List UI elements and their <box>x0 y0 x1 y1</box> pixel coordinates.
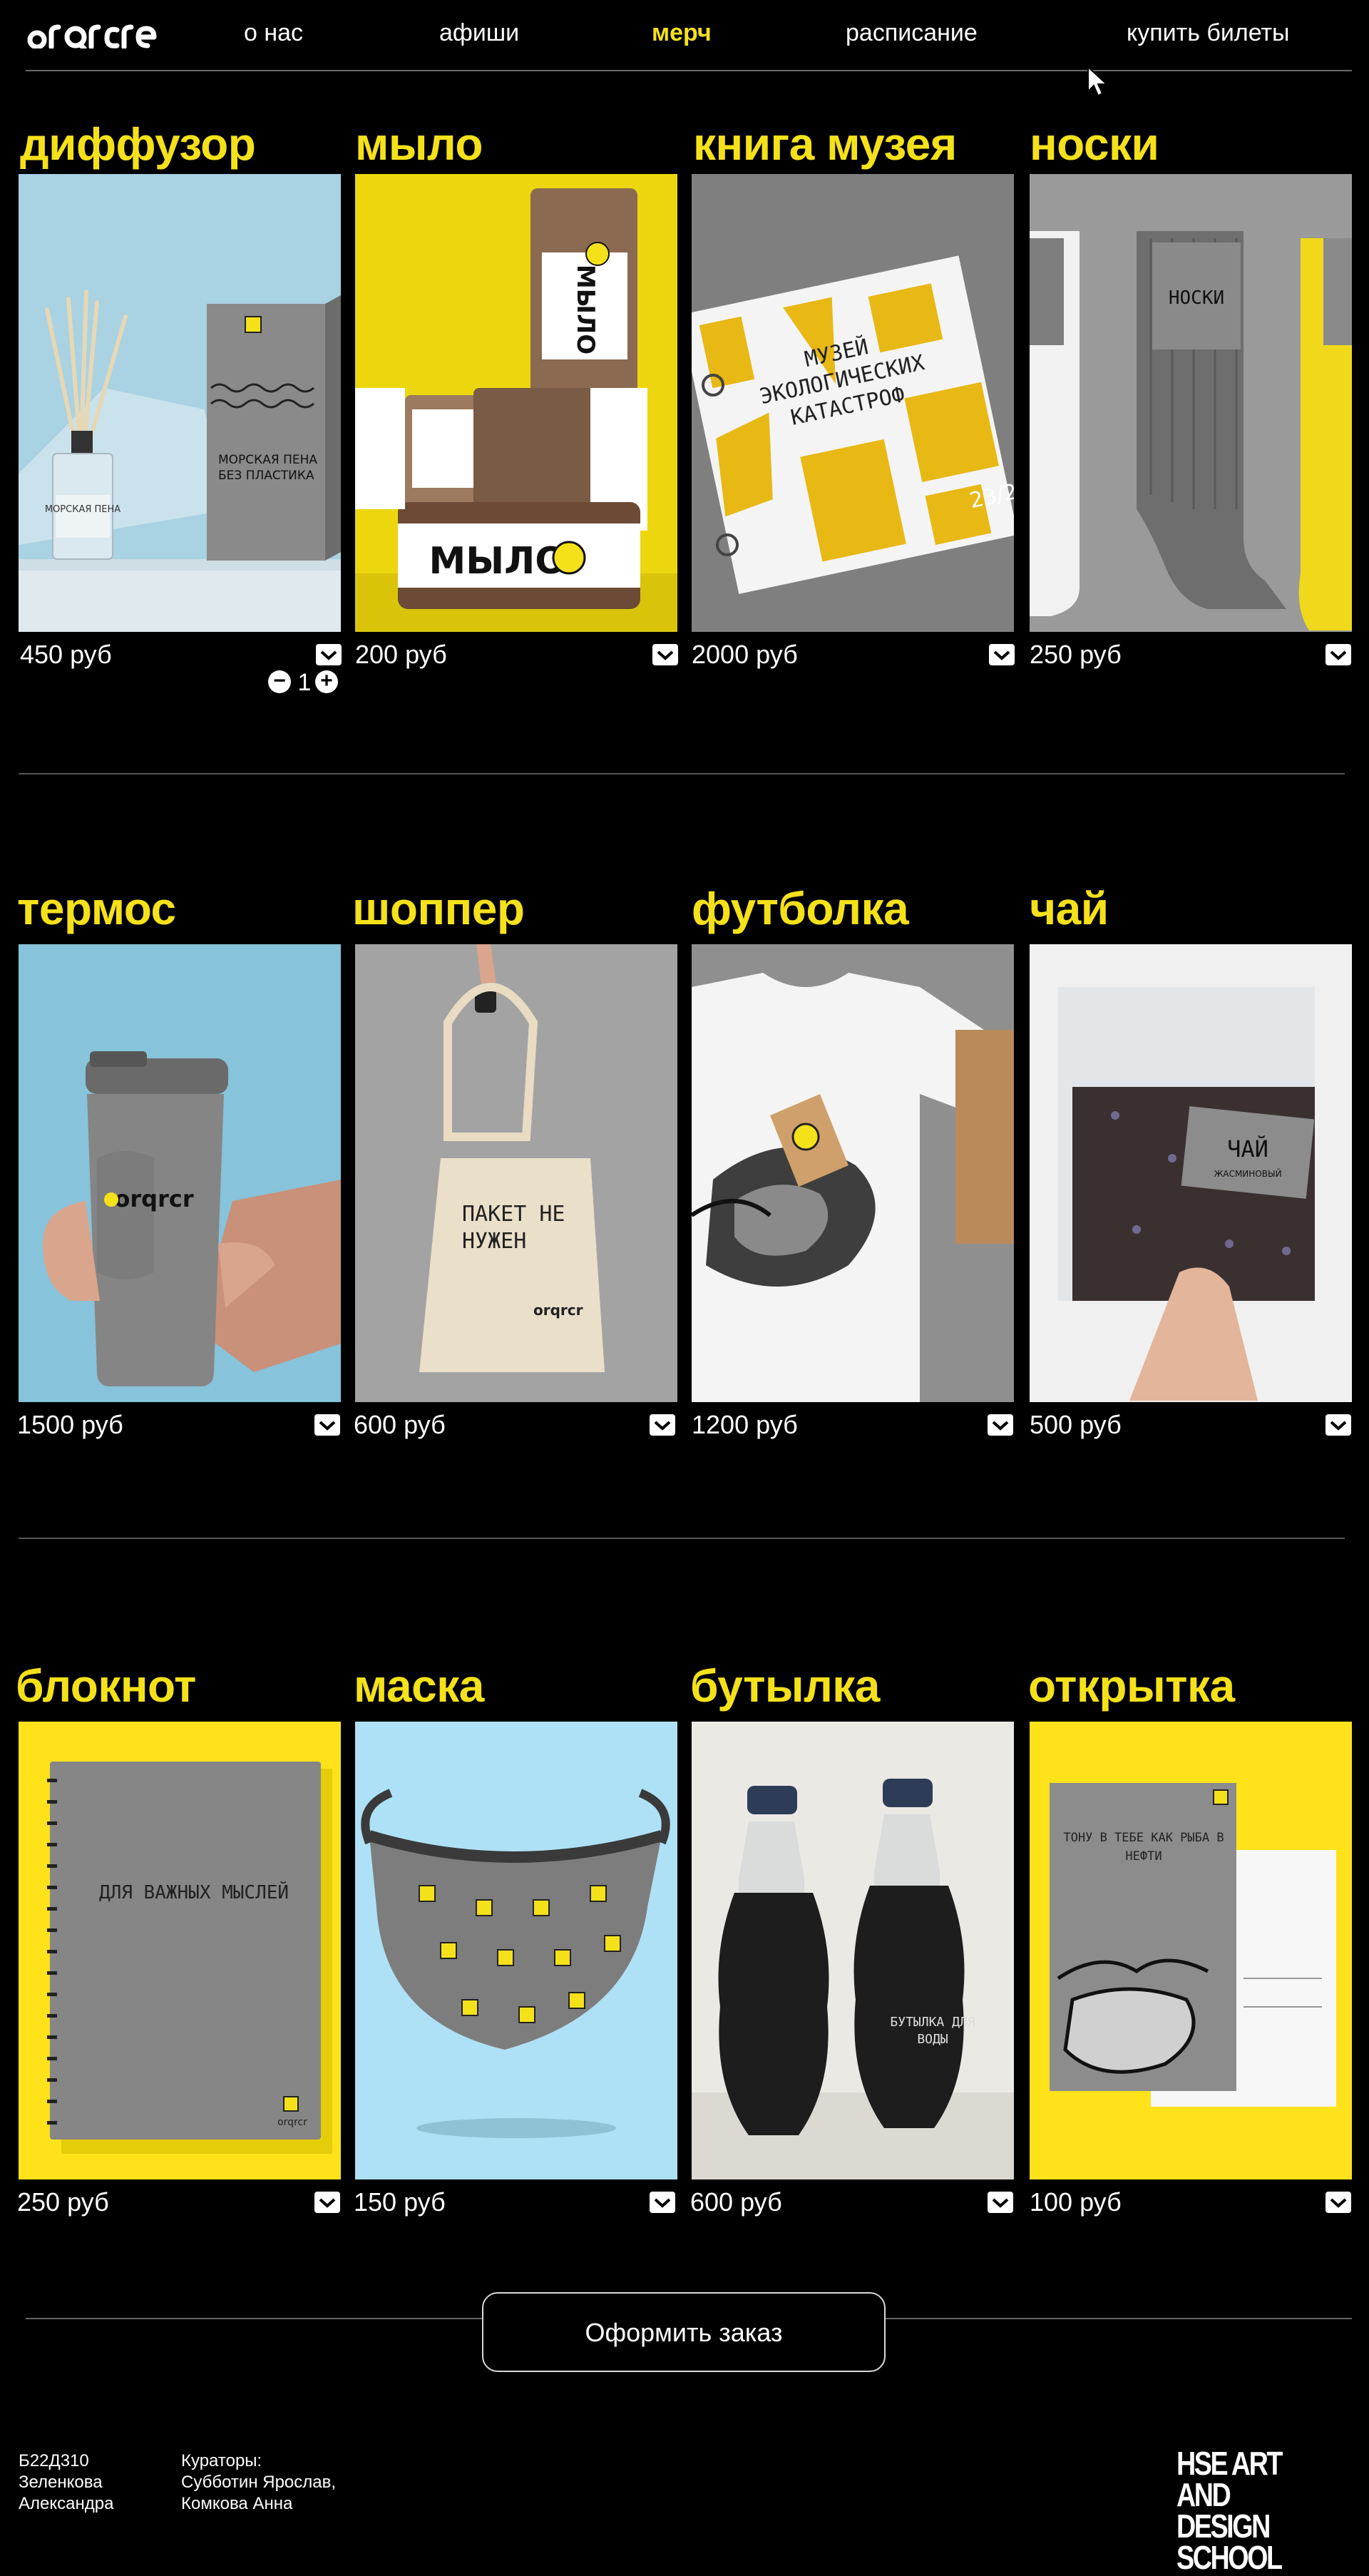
cart-icon[interactable] <box>652 643 679 666</box>
product-image-tea[interactable]: ЧАЙ ЖАСМИНОВЫЙ <box>1030 944 1352 1402</box>
nav-merch[interactable]: мерч <box>652 17 712 48</box>
product-price: 500 руб <box>1030 1410 1122 1439</box>
nav-divider <box>26 70 1352 71</box>
quantity-value: 1 <box>297 669 312 696</box>
product-price: 600 руб <box>354 1410 446 1439</box>
cart-icon[interactable] <box>649 2191 676 2214</box>
product-price: 100 руб <box>1030 2187 1122 2217</box>
product-title: диффузор <box>20 118 256 170</box>
cart-icon[interactable] <box>314 1414 341 1436</box>
product-image-tote[interactable]: ПАКЕТ НЕ НУЖЕН orqrcr <box>355 944 677 1402</box>
cart-icon[interactable] <box>987 1414 1014 1436</box>
top-nav: orqrcr о нас афиши мерч расписание купит… <box>0 0 1369 97</box>
cart-icon[interactable] <box>988 643 1015 666</box>
row-divider <box>19 773 1345 775</box>
product-price: 2000 руб <box>692 640 798 669</box>
school-logo: HSE ART AND DESIGN SCHOOL <box>1176 2445 1283 2576</box>
product-title: шоппер <box>352 883 525 934</box>
product-title: термос <box>17 883 176 934</box>
product-title: маска <box>354 1660 484 1712</box>
product-price: 200 руб <box>355 640 447 669</box>
cart-icon[interactable] <box>315 643 342 666</box>
svg-text:orqrcr: orqrcr <box>277 2117 307 2128</box>
product-image-bottle[interactable]: БУТЫЛКА ДЛЯ ВОДЫ <box>692 1722 1014 2179</box>
cursor-icon <box>1087 66 1109 97</box>
product-image-diffuser[interactable]: МОРСКАЯ ПЕНА МОРСКАЯ ПЕНА БЕЗ ПЛАСТИКА <box>19 174 341 632</box>
cart-icon[interactable] <box>1325 643 1352 666</box>
nav-schedule[interactable]: расписание <box>846 17 978 48</box>
product-price: 250 руб <box>17 2187 109 2217</box>
product-image-notebook[interactable]: ДЛЯ ВАЖНЫХ МЫСЛЕЙ orqrcr <box>19 1722 341 2179</box>
product-price: 600 руб <box>690 2187 782 2217</box>
product-image-socks[interactable]: НОСКИ <box>1030 174 1352 632</box>
minus-icon[interactable]: − <box>268 670 291 693</box>
nav-about[interactable]: о нас <box>244 17 303 48</box>
product-price: 1200 руб <box>692 1410 798 1439</box>
cart-icon[interactable] <box>987 2191 1014 2214</box>
cart-icon[interactable] <box>1325 1414 1352 1436</box>
product-title: открытка <box>1028 1660 1235 1712</box>
product-price: 1500 руб <box>17 1410 123 1439</box>
row-divider <box>19 1538 1345 1539</box>
brand-logo[interactable]: orqrcr <box>26 16 165 48</box>
product-title: чай <box>1030 883 1109 934</box>
product-title: мыло <box>355 118 483 170</box>
product-title: бутылка <box>690 1660 880 1712</box>
product-image-thermos[interactable]: orqrcr <box>19 944 341 1402</box>
svg-text:ЧАЙ: ЧАЙ <box>1227 1135 1268 1162</box>
svg-text:orqrcr: orqrcr <box>114 1185 193 1212</box>
cart-icon[interactable] <box>649 1414 676 1436</box>
svg-text:МЫЛО: МЫЛО <box>571 265 600 354</box>
nav-posters[interactable]: афиши <box>439 17 519 48</box>
product-price: 450 руб <box>20 640 112 669</box>
product-image-mask[interactable] <box>355 1722 677 2179</box>
product-title: блокнот <box>16 1660 196 1712</box>
product-image-book[interactable]: МУЗЕЙ ЭКОЛОГИЧЕСКИХ КАТАСТРОФ 23/24 <box>692 174 1014 632</box>
product-image-soap[interactable]: МЫЛО МЫЛО <box>355 174 677 632</box>
product-image-postcard[interactable]: ТОНУ В ТЕБЕ КАК РЫБА В НЕФТИ <box>1030 1722 1352 2179</box>
quantity-stepper[interactable]: − 1 + <box>268 668 344 697</box>
product-title: носки <box>1030 118 1159 170</box>
svg-text:МОРСКАЯ ПЕНА: МОРСКАЯ ПЕНА <box>45 504 121 515</box>
cart-icon[interactable] <box>314 2191 341 2214</box>
svg-text:МЫЛО: МЫЛО <box>429 540 566 583</box>
svg-text:НОСКИ: НОСКИ <box>1169 287 1224 309</box>
plus-icon[interactable]: + <box>315 670 338 693</box>
footer-student: Б22Д310 Зеленкова Александра <box>19 2451 114 2513</box>
svg-text:orqrcr: orqrcr <box>533 1302 583 1319</box>
nav-buy-tickets[interactable]: купить билеты <box>1127 17 1290 48</box>
place-order-button[interactable]: Оформить заказ <box>482 2292 886 2372</box>
cart-icon[interactable] <box>1325 2191 1352 2214</box>
product-title: книга музея <box>693 118 957 170</box>
product-image-tshirt[interactable] <box>692 944 1014 1402</box>
product-title: футболка <box>692 883 909 934</box>
footer-curators: Кураторы: Субботин Ярослав, Комкова Анна <box>181 2451 337 2513</box>
product-price: 150 руб <box>354 2187 446 2217</box>
svg-text:ДЛЯ ВАЖНЫХ МЫСЛЕЙ: ДЛЯ ВАЖНЫХ МЫСЛЕЙ <box>99 1881 289 1903</box>
svg-text:ЖАСМИНОВЫЙ: ЖАСМИНОВЫЙ <box>1214 1168 1281 1179</box>
product-price: 250 руб <box>1030 640 1122 669</box>
